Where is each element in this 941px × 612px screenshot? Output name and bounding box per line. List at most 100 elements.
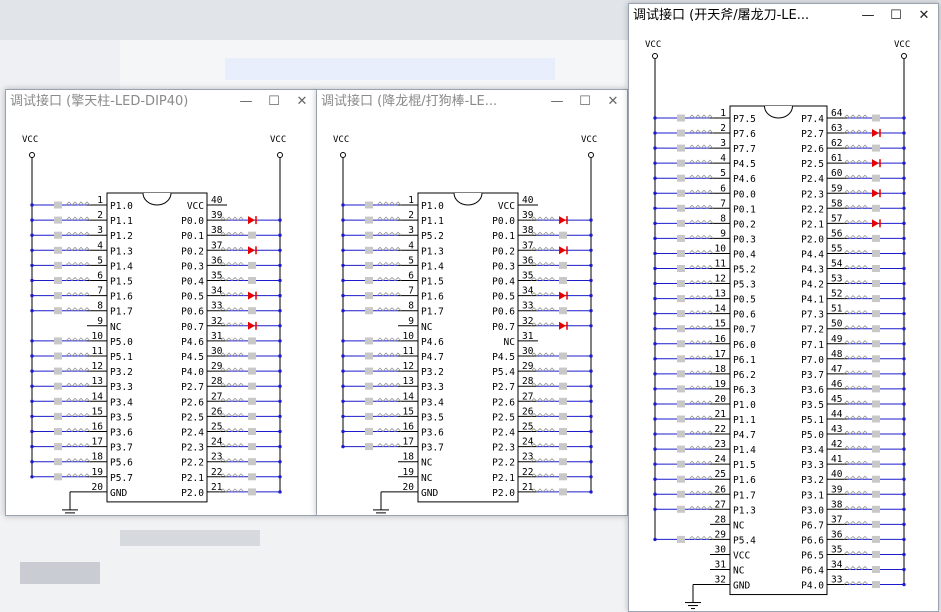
window-titlebar[interactable]: 调试接口 (擎天柱-LED-DIP40) — ☐ ✕ <box>6 90 316 114</box>
junction-dot <box>30 309 34 313</box>
pin-label: P0.2 <box>181 246 204 257</box>
pin-number: 14 <box>403 391 415 402</box>
pin-label: P0.7 <box>492 322 515 333</box>
pin-label: P1.3 <box>110 246 133 257</box>
pin-label: P3.4 <box>801 445 824 456</box>
pin-label: P1.0 <box>110 201 133 212</box>
window-titlebar[interactable]: 调试接口 (开天斧/屠龙刀-LE... — ☐ ✕ <box>629 4 938 28</box>
junction-dot <box>653 236 657 241</box>
junction-dot <box>902 402 906 406</box>
led <box>248 443 256 451</box>
pin-number: 62 <box>831 138 842 149</box>
led <box>365 367 373 375</box>
pin-number: 3 <box>408 225 414 236</box>
pin-number: 18 <box>715 364 727 375</box>
pin-number: 16 <box>715 334 727 345</box>
led <box>677 385 685 393</box>
pin-label: P1.3 <box>421 246 444 257</box>
pin-number: 26 <box>715 484 727 495</box>
pin-number: 57 <box>831 213 842 224</box>
pin-label: P2.4 <box>181 428 204 439</box>
led <box>54 307 62 315</box>
pin-label: P5.0 <box>110 337 133 348</box>
led <box>248 382 256 390</box>
led <box>872 280 880 288</box>
led <box>248 428 256 435</box>
pin-number: 10 <box>715 243 727 254</box>
close-icon[interactable]: ✕ <box>288 90 316 114</box>
minimize-icon[interactable]: — <box>232 90 260 114</box>
window-title: 调试接口 (擎天柱-LED-DIP40) <box>10 94 189 109</box>
pin-label: P3.5 <box>421 412 444 423</box>
maximize-icon[interactable]: ☐ <box>571 90 599 114</box>
junction-dot <box>902 507 906 511</box>
junction-dot <box>653 176 657 180</box>
minimize-icon[interactable]: — <box>543 90 571 114</box>
pin-number: 17 <box>403 437 414 448</box>
led <box>54 458 62 466</box>
led <box>872 400 880 408</box>
junction-dot <box>653 221 657 226</box>
led <box>559 412 567 420</box>
junction-dot <box>653 537 657 542</box>
minimize-icon[interactable]: — <box>854 4 882 28</box>
junction-dot <box>30 369 34 373</box>
pin-number: 9 <box>720 228 726 239</box>
junction-dot <box>278 429 282 434</box>
led <box>248 231 256 239</box>
junction-dot <box>902 131 906 135</box>
pin-number: 1 <box>97 195 103 206</box>
maximize-icon[interactable]: ☐ <box>882 4 910 28</box>
led <box>54 231 62 239</box>
pin-number: 53 <box>831 274 842 285</box>
junction-dot <box>278 293 282 298</box>
close-icon[interactable]: ✕ <box>599 90 627 114</box>
pin-label: P5.1 <box>110 352 133 363</box>
junction-dot <box>902 522 906 527</box>
maximize-icon[interactable]: ☐ <box>260 90 288 114</box>
debug-window-1[interactable]: 调试接口 (擎天柱-LED-DIP40) — ☐ ✕ VCC VCC 1 P1.0 40… <box>5 89 317 516</box>
pin-label: GND <box>421 488 438 499</box>
junction-dot <box>902 387 906 391</box>
window-title: 调试接口 (开天斧/屠龙刀-LE... <box>633 8 810 23</box>
debug-window-3[interactable]: 调试接口 (开天斧/屠龙刀-LE... — ☐ ✕ VCC VCC 1 P7.5 64 P… <box>628 3 939 612</box>
led <box>365 261 373 269</box>
debug-window-2[interactable]: 调试接口 (降龙棍/打狗棒-LE... — ☐ ✕ VCC VCC 1 P1.0 40 V… <box>316 89 628 516</box>
pin-number: 35 <box>831 544 842 555</box>
pin-label: P5.3 <box>733 280 756 291</box>
pin-number: 55 <box>831 243 842 254</box>
close-icon[interactable]: ✕ <box>910 4 938 28</box>
pin-label: P3.3 <box>801 460 824 471</box>
pin-number: 40 <box>522 195 534 206</box>
pin-label: P0.3 <box>733 234 756 245</box>
pin-label: NC <box>110 322 121 333</box>
pin-label: P3.6 <box>801 385 824 396</box>
junction-dot <box>902 251 906 256</box>
pin-label: P3.3 <box>110 382 133 393</box>
junction-dot <box>653 327 657 331</box>
junction-dot <box>653 131 657 135</box>
pin-label: P4.3 <box>801 265 824 276</box>
pin-number: 24 <box>715 454 727 465</box>
pin-number: 42 <box>831 439 842 450</box>
junction-dot <box>278 324 282 328</box>
pin-label: P7.2 <box>801 325 824 336</box>
pin-number: 16 <box>92 422 104 433</box>
led <box>677 159 685 167</box>
junction-dot <box>30 399 34 403</box>
pin-label: P0.4 <box>181 277 204 288</box>
junction-dot <box>653 447 657 451</box>
led <box>54 201 62 209</box>
led <box>872 114 880 122</box>
pin-number: 6 <box>97 271 103 282</box>
window-titlebar[interactable]: 调试接口 (降龙棍/打狗棒-LE... — ☐ ✕ <box>317 90 627 114</box>
led <box>872 520 880 528</box>
pin-label: P2.0 <box>492 488 515 499</box>
junction-dot <box>278 263 282 268</box>
pin-label: P2.5 <box>492 412 515 423</box>
junction-dot <box>653 432 657 436</box>
pin-label: P3.7 <box>421 443 444 454</box>
pin-number: 23 <box>715 439 726 450</box>
led <box>677 370 685 378</box>
led <box>677 340 685 348</box>
